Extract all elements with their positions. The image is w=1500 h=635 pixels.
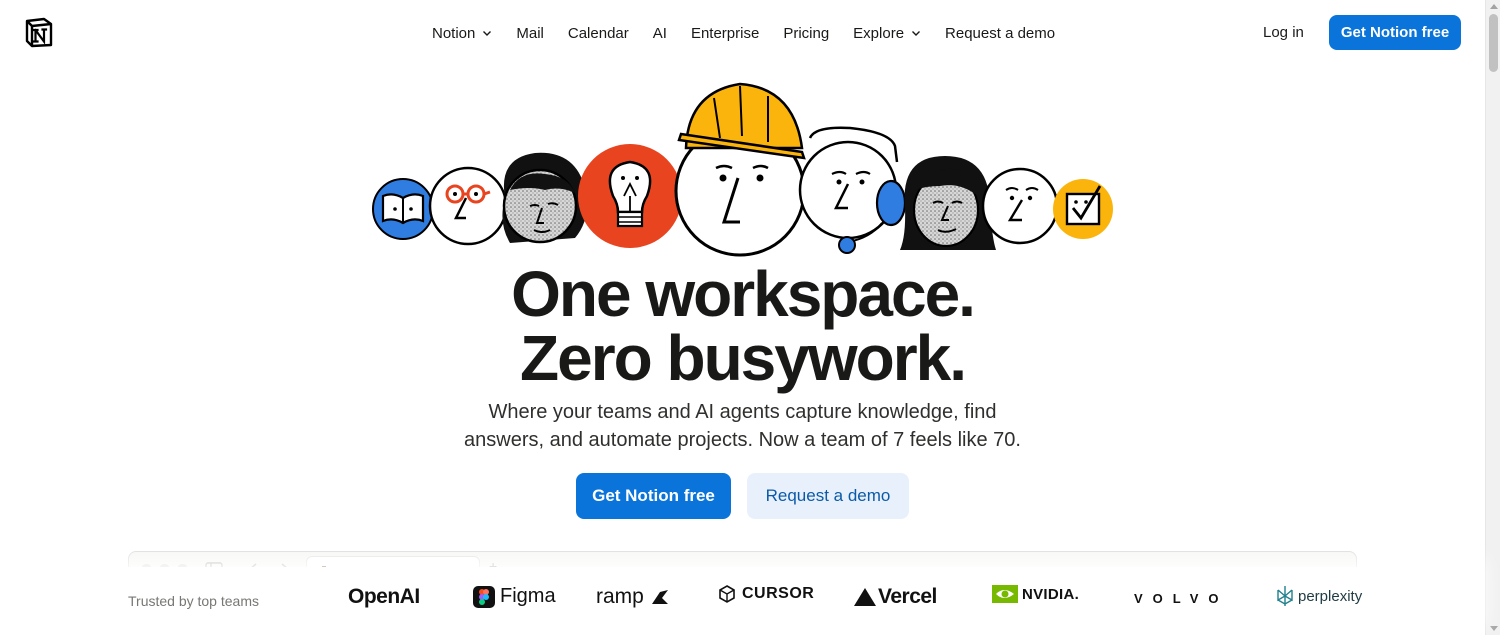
headline-line-2: Zero busywork. [520, 322, 967, 394]
main-nav: Notion Mail Calendar AI Enterprise Prici… [432, 21, 1055, 45]
brand-cursor: CURSOR [718, 585, 814, 603]
brand-volvo: VOLVO [1134, 591, 1229, 606]
trusted-label: Trusted by top teams [128, 593, 259, 609]
request-demo-button[interactable]: Request a demo [747, 473, 909, 519]
nav-item-calendar[interactable]: Calendar [568, 25, 629, 42]
brand-nvidia: NVIDIA. [992, 585, 1079, 603]
nvidia-eye-icon [992, 585, 1018, 603]
hero-subheadline: Where your teams and AI agents capture k… [0, 398, 1485, 454]
lightbulb-icon [578, 144, 682, 248]
get-notion-free-button[interactable]: Get Notion free [576, 473, 731, 519]
chevron-down-icon [483, 31, 492, 36]
perplexity-logo-icon [1277, 586, 1293, 606]
login-link[interactable]: Log in [1263, 24, 1304, 41]
nav-item-explore[interactable]: Explore [853, 25, 921, 42]
nav-label: Notion [432, 24, 476, 42]
nav-label: Enterprise [690, 24, 760, 42]
nav-label: Calendar [567, 24, 629, 42]
long-hair-face-icon [900, 156, 996, 250]
brand-name: perplexity [1298, 587, 1363, 605]
hero-headline: One workspace. Zero busywork. [0, 262, 1485, 390]
scroll-up-arrow-icon[interactable] [1490, 4, 1498, 9]
hard-hat-face-icon [674, 82, 806, 257]
brand-name: CURSOR [742, 585, 815, 602]
site-header: Notion Mail Calendar AI Enterprise Prici… [0, 0, 1485, 66]
brand-openai: OpenAI [348, 585, 420, 609]
brand-vercel: Vercel [854, 585, 937, 609]
nav-item-mail[interactable]: Mail [516, 25, 544, 42]
glasses-face-icon [428, 166, 508, 246]
nav-item-pricing[interactable]: Pricing [783, 25, 829, 42]
book-icon [372, 178, 434, 240]
brand-name: OpenAI [348, 585, 420, 608]
curly-hair-face-icon [502, 152, 588, 244]
hero-illustration [372, 82, 1113, 257]
figma-logo-icon [473, 585, 495, 608]
headline-line-1: One workspace. [511, 258, 976, 330]
get-notion-free-header-button[interactable]: Get Notion free [1329, 15, 1461, 50]
subhead-line-1: Where your teams and AI agents capture k… [488, 401, 997, 423]
notion-logo-icon[interactable] [23, 16, 55, 48]
nav-label: Request a demo [945, 24, 1056, 42]
subhead-line-2: answers, and automate projects. Now a te… [464, 429, 1021, 451]
nav-label: Mail [516, 24, 544, 42]
nav-label: AI [652, 24, 667, 42]
page-scrollbar[interactable] [1485, 0, 1500, 635]
nav-label: Explore [853, 24, 905, 42]
ramp-logo-icon [651, 590, 668, 604]
brand-name: NVIDIA. [1022, 585, 1080, 603]
brand-ramp: ramp [596, 585, 670, 609]
nav-item-notion[interactable]: Notion [432, 25, 492, 42]
cursor-logo-icon [719, 585, 735, 603]
brand-name: Figma [500, 585, 556, 607]
brand-name: ramp [596, 585, 644, 608]
nav-item-enterprise[interactable]: Enterprise [691, 25, 759, 42]
scroll-down-arrow-icon[interactable] [1490, 626, 1498, 631]
brand-name: Vercel [878, 585, 937, 608]
brand-perplexity: perplexity [1276, 585, 1362, 607]
vercel-triangle-icon [854, 588, 876, 606]
checkbox-icon [1053, 179, 1113, 239]
trusted-logos-strip: Trusted by top teams OpenAI Figma ramp C… [0, 567, 1485, 635]
headset-face-icon [798, 126, 907, 254]
plain-face-icon [981, 167, 1059, 245]
nav-item-ai[interactable]: AI [653, 25, 667, 42]
nav-label: Pricing [783, 24, 830, 42]
nav-item-request-demo[interactable]: Request a demo [945, 25, 1055, 42]
scrollbar-thumb[interactable] [1489, 14, 1498, 72]
brand-figma: Figma [473, 585, 556, 608]
brand-name: VOLVO [1134, 591, 1229, 606]
chevron-down-icon [912, 31, 921, 36]
